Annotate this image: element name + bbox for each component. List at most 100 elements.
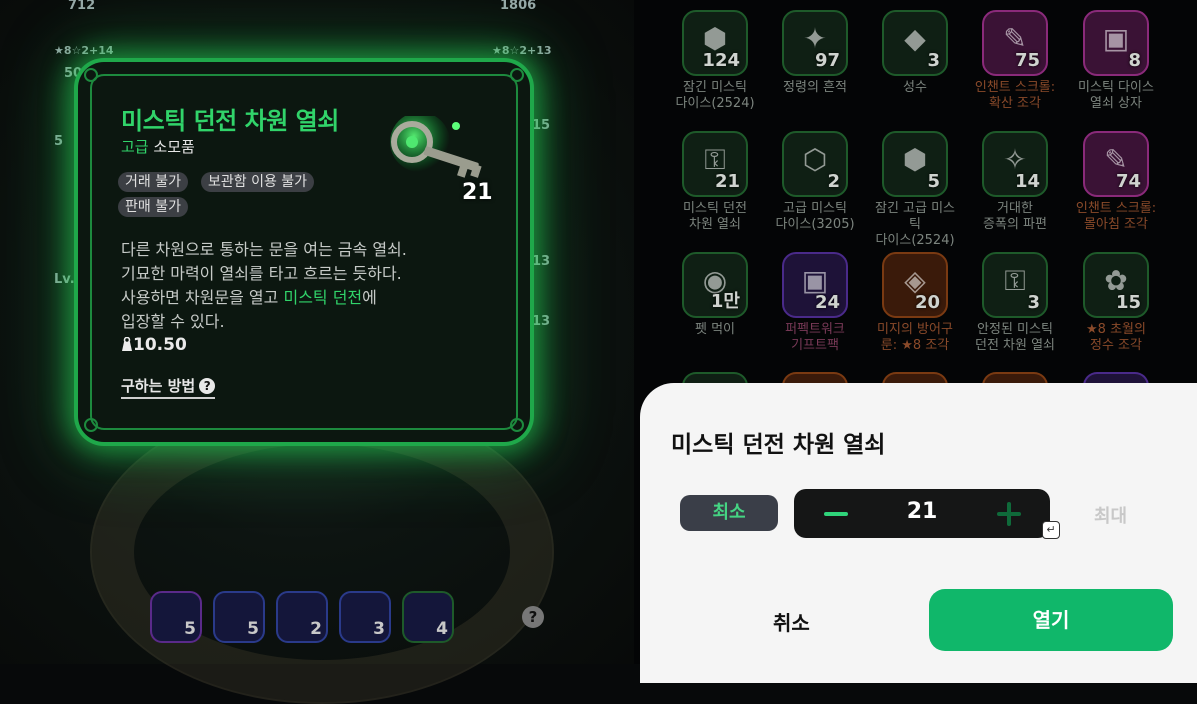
help-icon[interactable]: ? bbox=[522, 606, 544, 628]
item-name: ★8 초월의 정수 조각 bbox=[1086, 322, 1146, 353]
tag-chip: 보관함 이용 불가 bbox=[201, 172, 315, 192]
inventory-slot[interactable]: ✦ 97 bbox=[782, 10, 848, 76]
inventory-item[interactable]: ✎ 74 인챈트 스크롤: 몰아침 조각 bbox=[1071, 131, 1161, 233]
item-count: 8 bbox=[1128, 50, 1141, 71]
item-count: 24 bbox=[814, 292, 840, 313]
item-count: 75 bbox=[1014, 50, 1040, 71]
item-count: 5 bbox=[927, 171, 940, 192]
item-quantity: 21 bbox=[462, 180, 493, 205]
item-count: 3 bbox=[927, 50, 940, 71]
inventory-item[interactable]: ⬡ 2 고급 미스틱 다이스(3205) bbox=[770, 131, 860, 233]
item-name: 정령의 흔적 bbox=[783, 80, 847, 95]
side-right-num-1: 15 bbox=[532, 118, 551, 133]
dimension-key-icon bbox=[390, 116, 482, 178]
description-text: 사용하면 차원문을 열고 bbox=[121, 288, 284, 307]
quick-item-slot[interactable]: 3 bbox=[339, 591, 391, 643]
description-text: 에 bbox=[362, 288, 377, 307]
inventory-item[interactable]: ✎ 75 인챈트 스크롤: 확산 조각 bbox=[970, 10, 1060, 112]
item-name: 미스틱 다이스 열쇠 상자 bbox=[1078, 80, 1154, 111]
item-count: 74 bbox=[1115, 171, 1141, 192]
item-name: 인챈트 스크롤: 확산 조각 bbox=[974, 80, 1056, 111]
inventory-item[interactable]: ⚿ 21 미스틱 던전 차원 열쇠 bbox=[670, 131, 760, 233]
inventory-item[interactable]: ▣ 8 미스틱 다이스 열쇠 상자 bbox=[1071, 10, 1161, 112]
item-count: 21 bbox=[714, 171, 740, 192]
description-line: 기묘한 마력이 열쇠를 타고 흐르는 듯하다. bbox=[121, 264, 402, 283]
inventory-item[interactable]: ⬢ 5 잠긴 고급 미스틱 다이스(2524) bbox=[870, 131, 960, 249]
inventory-slot[interactable]: ⬢ 124 bbox=[682, 10, 748, 76]
description-highlight: 미스틱 던전 bbox=[283, 288, 363, 307]
item-count: 2 bbox=[827, 171, 840, 192]
quick-item-count: 2 bbox=[310, 619, 322, 639]
plus-icon-vertical[interactable] bbox=[1007, 502, 1011, 526]
frame-corner-ornament bbox=[84, 418, 98, 432]
quick-item-slot[interactable]: 4 bbox=[402, 591, 454, 643]
item-count: 1만 bbox=[710, 291, 740, 312]
item-count: 124 bbox=[702, 50, 740, 71]
minus-icon[interactable] bbox=[824, 512, 848, 516]
item-name: 안정된 미스틱 던전 차원 열쇠 bbox=[974, 322, 1056, 353]
inventory-slot[interactable]: ◈ 20 bbox=[882, 252, 948, 318]
inventory-slot[interactable]: ▣ 8 bbox=[1083, 10, 1149, 76]
inventory-slot[interactable]: ⚿ 21 bbox=[682, 131, 748, 197]
inventory-slot[interactable]: ◆ 3 bbox=[882, 10, 948, 76]
weight-icon bbox=[122, 336, 132, 351]
question-icon: ? bbox=[199, 378, 216, 394]
inventory-item[interactable]: ⚿ 3 안정된 미스틱 던전 차원 열쇠 bbox=[970, 252, 1060, 354]
inventory-item[interactable]: ◉ 1만펫 먹이 bbox=[670, 252, 760, 338]
item-name: 고급 미스틱 다이스(3205) bbox=[775, 201, 855, 232]
inventory-item[interactable]: ◈ 20 미지의 방어구 룬: ★8 조각 bbox=[870, 252, 960, 354]
quick-item-count: 5 bbox=[247, 619, 259, 639]
quick-item-count: 5 bbox=[184, 619, 196, 639]
inventory-slot[interactable]: ▣ 24 bbox=[782, 252, 848, 318]
inventory-slot[interactable]: ⬢ 5 bbox=[882, 131, 948, 197]
open-button[interactable]: 열기 bbox=[929, 589, 1173, 651]
inventory-slot[interactable]: ✎ 75 bbox=[982, 10, 1048, 76]
enter-key-icon: ↵ bbox=[1042, 521, 1060, 539]
quick-item-slot[interactable]: 5 bbox=[213, 591, 265, 643]
item-name: 잠긴 미스틱 다이스(2524) bbox=[675, 80, 755, 111]
quick-item-slot[interactable]: 2 bbox=[276, 591, 328, 643]
side-right-stars: ★8☆2+13 bbox=[492, 44, 552, 57]
tag-chip: 거래 불가 bbox=[118, 172, 188, 192]
tag-chip: 판매 불가 bbox=[118, 197, 188, 217]
inventory-item[interactable]: ✿ 15 ★8 초월의 정수 조각 bbox=[1071, 252, 1161, 354]
inventory-slot[interactable]: ⬡ 2 bbox=[782, 131, 848, 197]
quantity-value[interactable]: 21 bbox=[880, 499, 964, 524]
inventory-item[interactable]: ⬢ 124 잠긴 미스틱 다이스(2524) bbox=[670, 10, 760, 112]
item-name: 잠긴 고급 미스틱 다이스(2524) bbox=[874, 201, 956, 248]
item-title: 미스틱 던전 차원 열쇠 bbox=[121, 107, 339, 135]
item-count: 20 bbox=[914, 292, 940, 313]
item-name: 펫 먹이 bbox=[694, 322, 735, 337]
max-button[interactable]: 최대 bbox=[1094, 502, 1127, 528]
inventory-item[interactable]: ▣ 24 퍼펙트워크 기프트팩 bbox=[770, 252, 860, 354]
inventory-slot[interactable]: ◉ 1만 bbox=[682, 252, 748, 318]
item-weight: 10.50 bbox=[121, 335, 187, 355]
quick-item-count: 3 bbox=[373, 619, 385, 639]
quick-item-slot[interactable]: 5 bbox=[150, 591, 202, 643]
inventory-slot[interactable]: ✎ 74 bbox=[1083, 131, 1149, 197]
inventory-item[interactable]: ✧ 14 거대한 증폭의 파편 bbox=[970, 131, 1060, 233]
min-button[interactable]: 최소 bbox=[680, 495, 778, 531]
item-name: 미지의 방어구 룬: ★8 조각 bbox=[877, 322, 953, 353]
side-right-top-number: 1806 bbox=[500, 0, 537, 13]
item-grade-label: 고급 bbox=[121, 138, 149, 156]
how-to-obtain-link[interactable]: 구하는 방법? bbox=[121, 375, 216, 399]
description-line: 입장할 수 있다. bbox=[121, 312, 225, 331]
inventory-item[interactable]: ✦ 97 정령의 흔적 bbox=[770, 10, 860, 96]
item-count: 3 bbox=[1027, 292, 1040, 313]
item-name: 퍼펙트워크 기프트팩 bbox=[785, 322, 845, 353]
item-name: 미스틱 던전 차원 열쇠 bbox=[683, 201, 747, 232]
item-name: 거대한 증폭의 파편 bbox=[983, 201, 1047, 232]
quick-item-count: 4 bbox=[436, 619, 448, 639]
frame-corner-ornament bbox=[84, 68, 98, 82]
inventory-slot[interactable]: ✿ 15 bbox=[1083, 252, 1149, 318]
frame-corner-ornament bbox=[510, 68, 524, 82]
inventory-slot[interactable]: ✧ 14 bbox=[982, 131, 1048, 197]
frame-corner-ornament bbox=[510, 418, 524, 432]
inventory-slot[interactable]: ⚿ 3 bbox=[982, 252, 1048, 318]
item-count: 97 bbox=[814, 50, 840, 71]
cancel-button[interactable]: 취소 bbox=[773, 607, 810, 636]
inventory-item[interactable]: ◆ 3 성수 bbox=[870, 10, 960, 96]
side-left-stars: ★8☆2+14 bbox=[54, 44, 114, 57]
item-count: 15 bbox=[1115, 292, 1141, 313]
